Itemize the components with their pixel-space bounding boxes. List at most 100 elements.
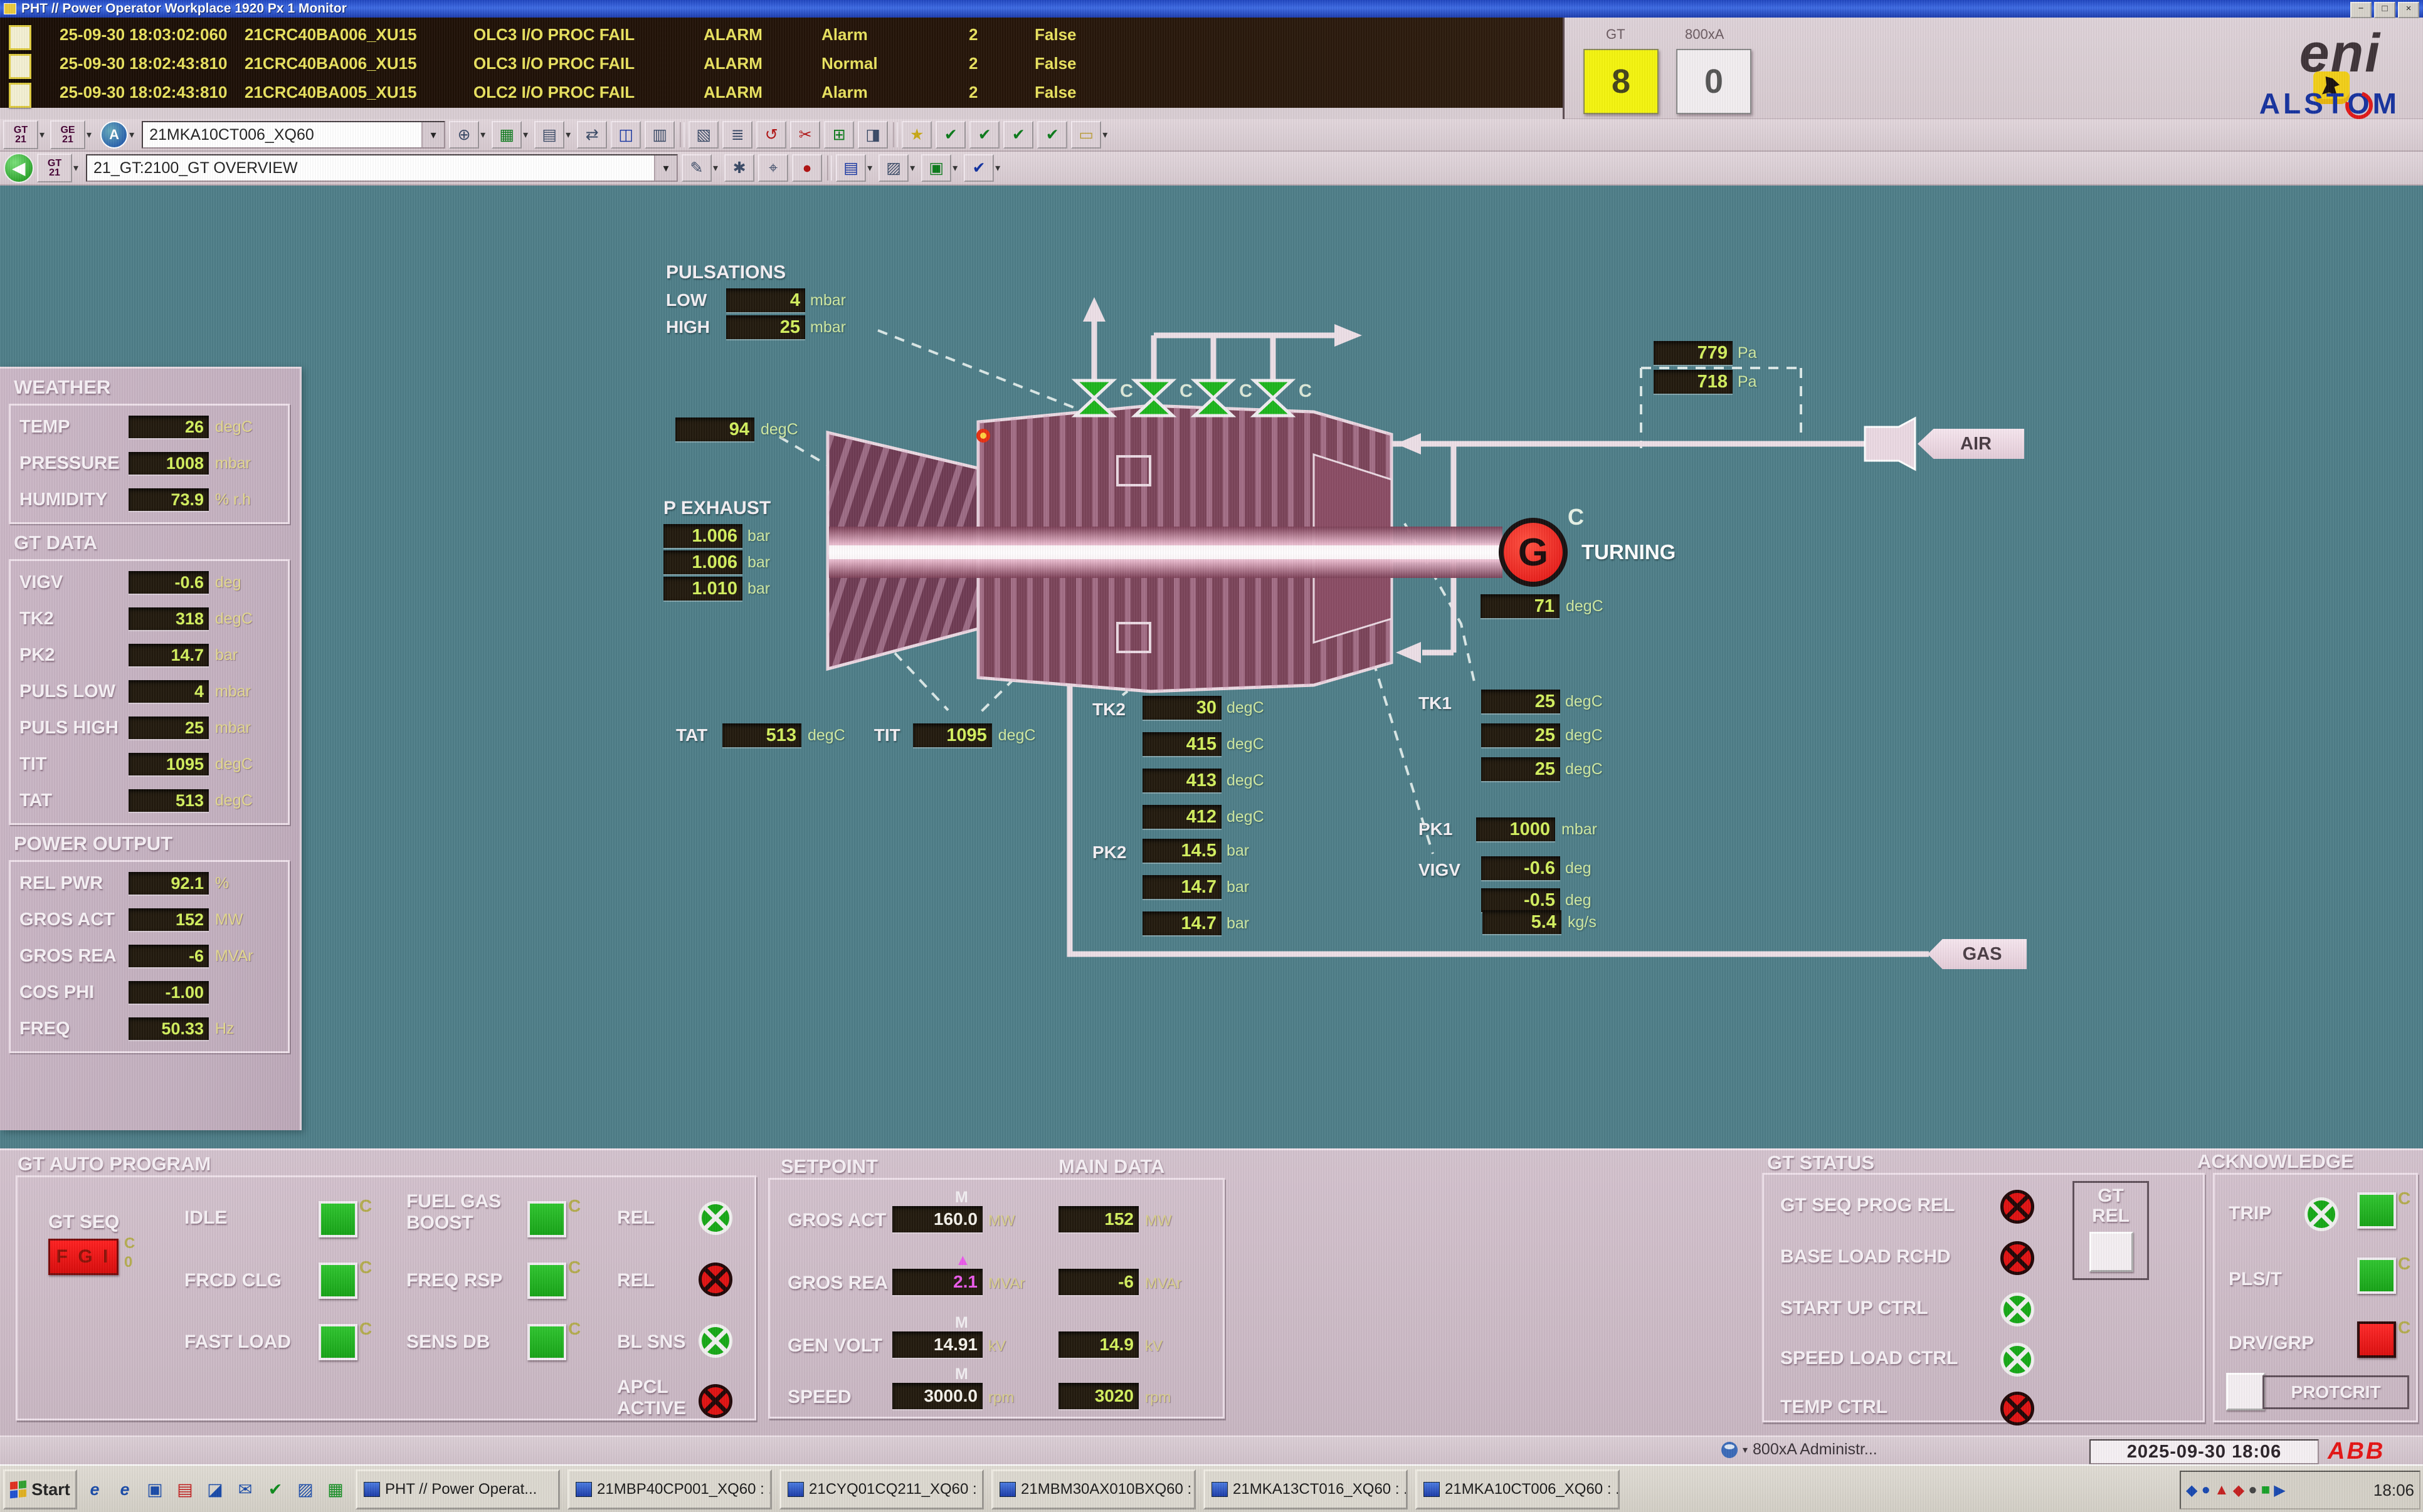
tit-value[interactable]: 1095: [913, 723, 992, 747]
freq-value[interactable]: 50.33: [129, 1017, 209, 1040]
pk2-value[interactable]: 14.7: [1143, 875, 1222, 899]
toolbar-add-icon[interactable]: ⊞: [824, 121, 854, 149]
cos-phi-value[interactable]: -1.00: [129, 981, 209, 1004]
tray-app-icon[interactable]: ▶: [2274, 1481, 2285, 1499]
record-icon[interactable]: ●: [792, 154, 822, 182]
generator-symbol[interactable]: G: [1499, 518, 1568, 587]
dropdown-caret-icon[interactable]: ▾: [566, 129, 571, 141]
800xa-alarm-counter[interactable]: 0: [1676, 49, 1751, 114]
toolbar-cut-icon[interactable]: ✂: [790, 121, 820, 149]
task-button-21mka13ct016[interactable]: 21MKA13CT016_XQ60 : ...: [1203, 1469, 1408, 1509]
dropdown-caret-icon[interactable]: ▾: [953, 162, 958, 174]
gen-volt-actual[interactable]: 14.9: [1058, 1331, 1139, 1358]
p-exhaust-value[interactable]: 1.006: [663, 524, 742, 548]
gros-act-setpoint[interactable]: 160.0: [892, 1206, 983, 1232]
gros-rea-actual[interactable]: -6: [1058, 1269, 1139, 1295]
task-button-21mbp40cp001[interactable]: 21MBP40CP001_XQ60 : ...: [567, 1469, 772, 1509]
toolbar-check-icon[interactable]: ✔: [969, 121, 1000, 149]
temp-value[interactable]: 26: [129, 416, 209, 438]
gros-rea-value[interactable]: -6: [129, 945, 209, 967]
start-button[interactable]: Start: [3, 1469, 77, 1509]
user-dropdown-icon[interactable]: ▾: [1743, 1444, 1748, 1456]
tray-app-icon[interactable]: ◆: [2233, 1481, 2244, 1499]
dropdown-caret-icon[interactable]: ▾: [713, 162, 718, 174]
display-selector-combobox[interactable]: 21_GT:2100_GT OVERVIEW ▾: [86, 154, 678, 182]
tk1-value[interactable]: 25: [1481, 757, 1560, 781]
excel-icon[interactable]: ▣: [921, 154, 951, 182]
object-selector-combobox[interactable]: 21MKA10CT006_XQ60 ▾: [142, 121, 445, 149]
puls-high-value[interactable]: 25: [129, 717, 209, 739]
p-exhaust-value[interactable]: 1.010: [663, 577, 742, 601]
close-button[interactable]: ×: [2398, 2, 2419, 18]
alarm-row[interactable]: 25-09-30 18:02:43:810 21CRC40BA005_XU15 …: [0, 78, 1563, 104]
tk1-value[interactable]: 25: [1481, 690, 1560, 713]
desktop-icon[interactable]: ▣: [142, 1476, 167, 1503]
toolbar-display-icon[interactable]: ▦: [492, 121, 522, 149]
toolbar-link-icon[interactable]: ⊕: [449, 121, 479, 149]
back-button[interactable]: ◀: [4, 153, 34, 183]
inlet-dp-value[interactable]: 718: [1654, 370, 1733, 394]
zoom-target-icon[interactable]: ⌖: [758, 154, 788, 182]
ge21-menu-button[interactable]: GE21: [50, 120, 85, 149]
app-shortcut-icon[interactable]: ▦: [323, 1476, 348, 1503]
tat-value[interactable]: 513: [722, 723, 801, 747]
task-button-21mka10ct006[interactable]: 21MKA10CT006_XQ60 : ...: [1415, 1469, 1620, 1509]
toolbar-swap-icon[interactable]: ⇄: [577, 121, 607, 149]
dropdown-caret-icon[interactable]: ▾: [1102, 129, 1107, 141]
pk2-value[interactable]: 14.7: [1143, 911, 1222, 935]
toolbar-list-icon[interactable]: ▧: [689, 121, 719, 149]
tray-status-icon[interactable]: ■: [2261, 1481, 2271, 1499]
tk1-value[interactable]: 25: [1481, 723, 1560, 747]
toolbar-check-icon[interactable]: ✔: [1003, 121, 1033, 149]
gt-alarm-counter[interactable]: 8: [1583, 49, 1659, 114]
tray-network-icon[interactable]: ●: [2201, 1481, 2210, 1499]
gen-volt-setpoint[interactable]: 14.91: [892, 1331, 983, 1358]
humidity-value[interactable]: 73.9: [129, 488, 209, 511]
fuel-gas-boost-button[interactable]: [527, 1201, 566, 1237]
mail-icon[interactable]: ✉: [233, 1476, 258, 1503]
dropdown-caret-icon[interactable]: ▾: [480, 129, 485, 141]
tk2-value[interactable]: 412: [1143, 805, 1222, 829]
task-button-21cyq01cq211[interactable]: 21CYQ01CQ211_XQ60 : ...: [779, 1469, 984, 1509]
gros-act-value[interactable]: 152: [129, 908, 209, 931]
alarm-state-icon[interactable]: [9, 83, 31, 108]
speed-actual[interactable]: 3020: [1058, 1383, 1139, 1409]
toolbar-check-icon[interactable]: ✔: [1037, 121, 1067, 149]
dropdown-caret-icon[interactable]: ▾: [910, 162, 915, 174]
app-shortcut-icon[interactable]: ▨: [293, 1476, 318, 1503]
alarm-state-icon[interactable]: [9, 25, 31, 50]
vigv-value[interactable]: -0.6: [1481, 856, 1560, 880]
gt21-menu-button[interactable]: GT21: [3, 120, 38, 149]
pointer-icon[interactable]: ✱: [724, 154, 754, 182]
tray-alert-icon[interactable]: ▲: [2214, 1481, 2229, 1499]
drvgrp-ack-button[interactable]: [2357, 1321, 2396, 1358]
task-button-21mbm30ax010b[interactable]: 21MBM30AX010BXQ60 : ...: [991, 1469, 1196, 1509]
gros-act-actual[interactable]: 152: [1058, 1206, 1139, 1232]
fuel-flow-value[interactable]: 5.4: [1482, 910, 1561, 934]
dropdown-caret-icon[interactable]: ▾: [40, 129, 45, 141]
dropdown-caret-icon[interactable]: ▾: [129, 129, 134, 141]
speed-setpoint[interactable]: 3000.0: [892, 1383, 983, 1409]
toolbar-table-icon[interactable]: ▥: [645, 121, 675, 149]
fgi-button[interactable]: F G I: [48, 1239, 119, 1275]
pk2-value[interactable]: 14.5: [1143, 839, 1222, 863]
puls-low-value[interactable]: 4: [726, 288, 805, 312]
faceplate-list-icon[interactable]: ▤: [836, 154, 866, 182]
p-exhaust-value[interactable]: 1.006: [663, 550, 742, 574]
app-shortcut-icon[interactable]: ◪: [203, 1476, 228, 1503]
inlet-temp-value[interactable]: 94: [675, 417, 754, 441]
trip-ack-button[interactable]: [2357, 1192, 2396, 1229]
favorites-star-icon[interactable]: ★: [902, 121, 932, 149]
pk2-value[interactable]: 14.7: [129, 644, 209, 666]
task-button-pht[interactable]: PHT // Power Operat...: [356, 1469, 560, 1509]
tk2-value[interactable]: 415: [1143, 732, 1222, 756]
tray-shield-icon[interactable]: ◆: [2186, 1481, 2197, 1499]
tray-volume-icon[interactable]: ●: [2248, 1481, 2257, 1499]
dropdown-caret-icon[interactable]: ▾: [995, 162, 1000, 174]
gros-rea-setpoint[interactable]: 2.1: [892, 1269, 983, 1295]
toolbar-grid-icon[interactable]: ◫: [611, 121, 641, 149]
dropdown-caret-icon[interactable]: ▾: [523, 129, 528, 141]
tk2-value[interactable]: 413: [1143, 769, 1222, 792]
rel-pwr-value[interactable]: 92.1: [129, 872, 209, 895]
report-icon[interactable]: ▨: [879, 154, 909, 182]
